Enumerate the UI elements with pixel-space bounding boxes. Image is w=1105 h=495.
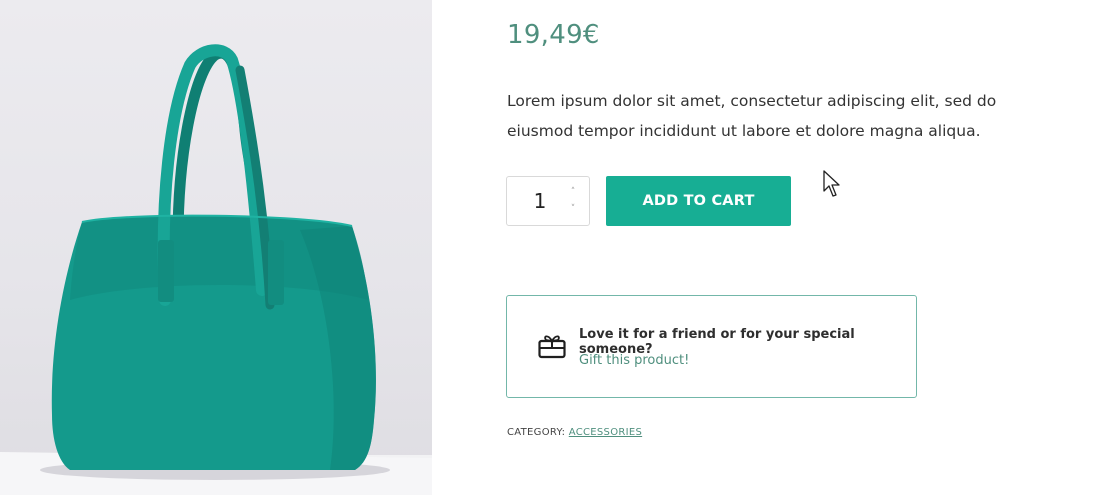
tote-bag-illustration xyxy=(0,44,432,495)
product-price: 19,49€ xyxy=(507,20,600,50)
chevron-up-icon[interactable]: ˄ xyxy=(567,186,579,198)
product-image[interactable] xyxy=(0,0,432,495)
category-link[interactable]: ACCESSORIES xyxy=(569,427,642,438)
gift-product-box: Love it for a friend or for your special… xyxy=(506,295,917,398)
chevron-down-icon[interactable]: ˅ xyxy=(567,203,579,215)
mouse-cursor-icon xyxy=(823,170,840,197)
product-description: Lorem ipsum dolor sit amet, consectetur … xyxy=(507,92,997,140)
quantity-input[interactable]: 1 xyxy=(507,177,573,225)
quantity-stepper[interactable]: 1 ˄ ˅ xyxy=(506,176,590,226)
gift-this-product-link[interactable]: Gift this product! xyxy=(579,353,689,368)
product-category: CATEGORY: ACCESSORIES xyxy=(507,427,642,438)
add-to-cart-button[interactable]: ADD TO CART xyxy=(606,176,791,226)
gift-card-icon xyxy=(538,335,566,359)
category-label: CATEGORY: xyxy=(507,427,566,438)
